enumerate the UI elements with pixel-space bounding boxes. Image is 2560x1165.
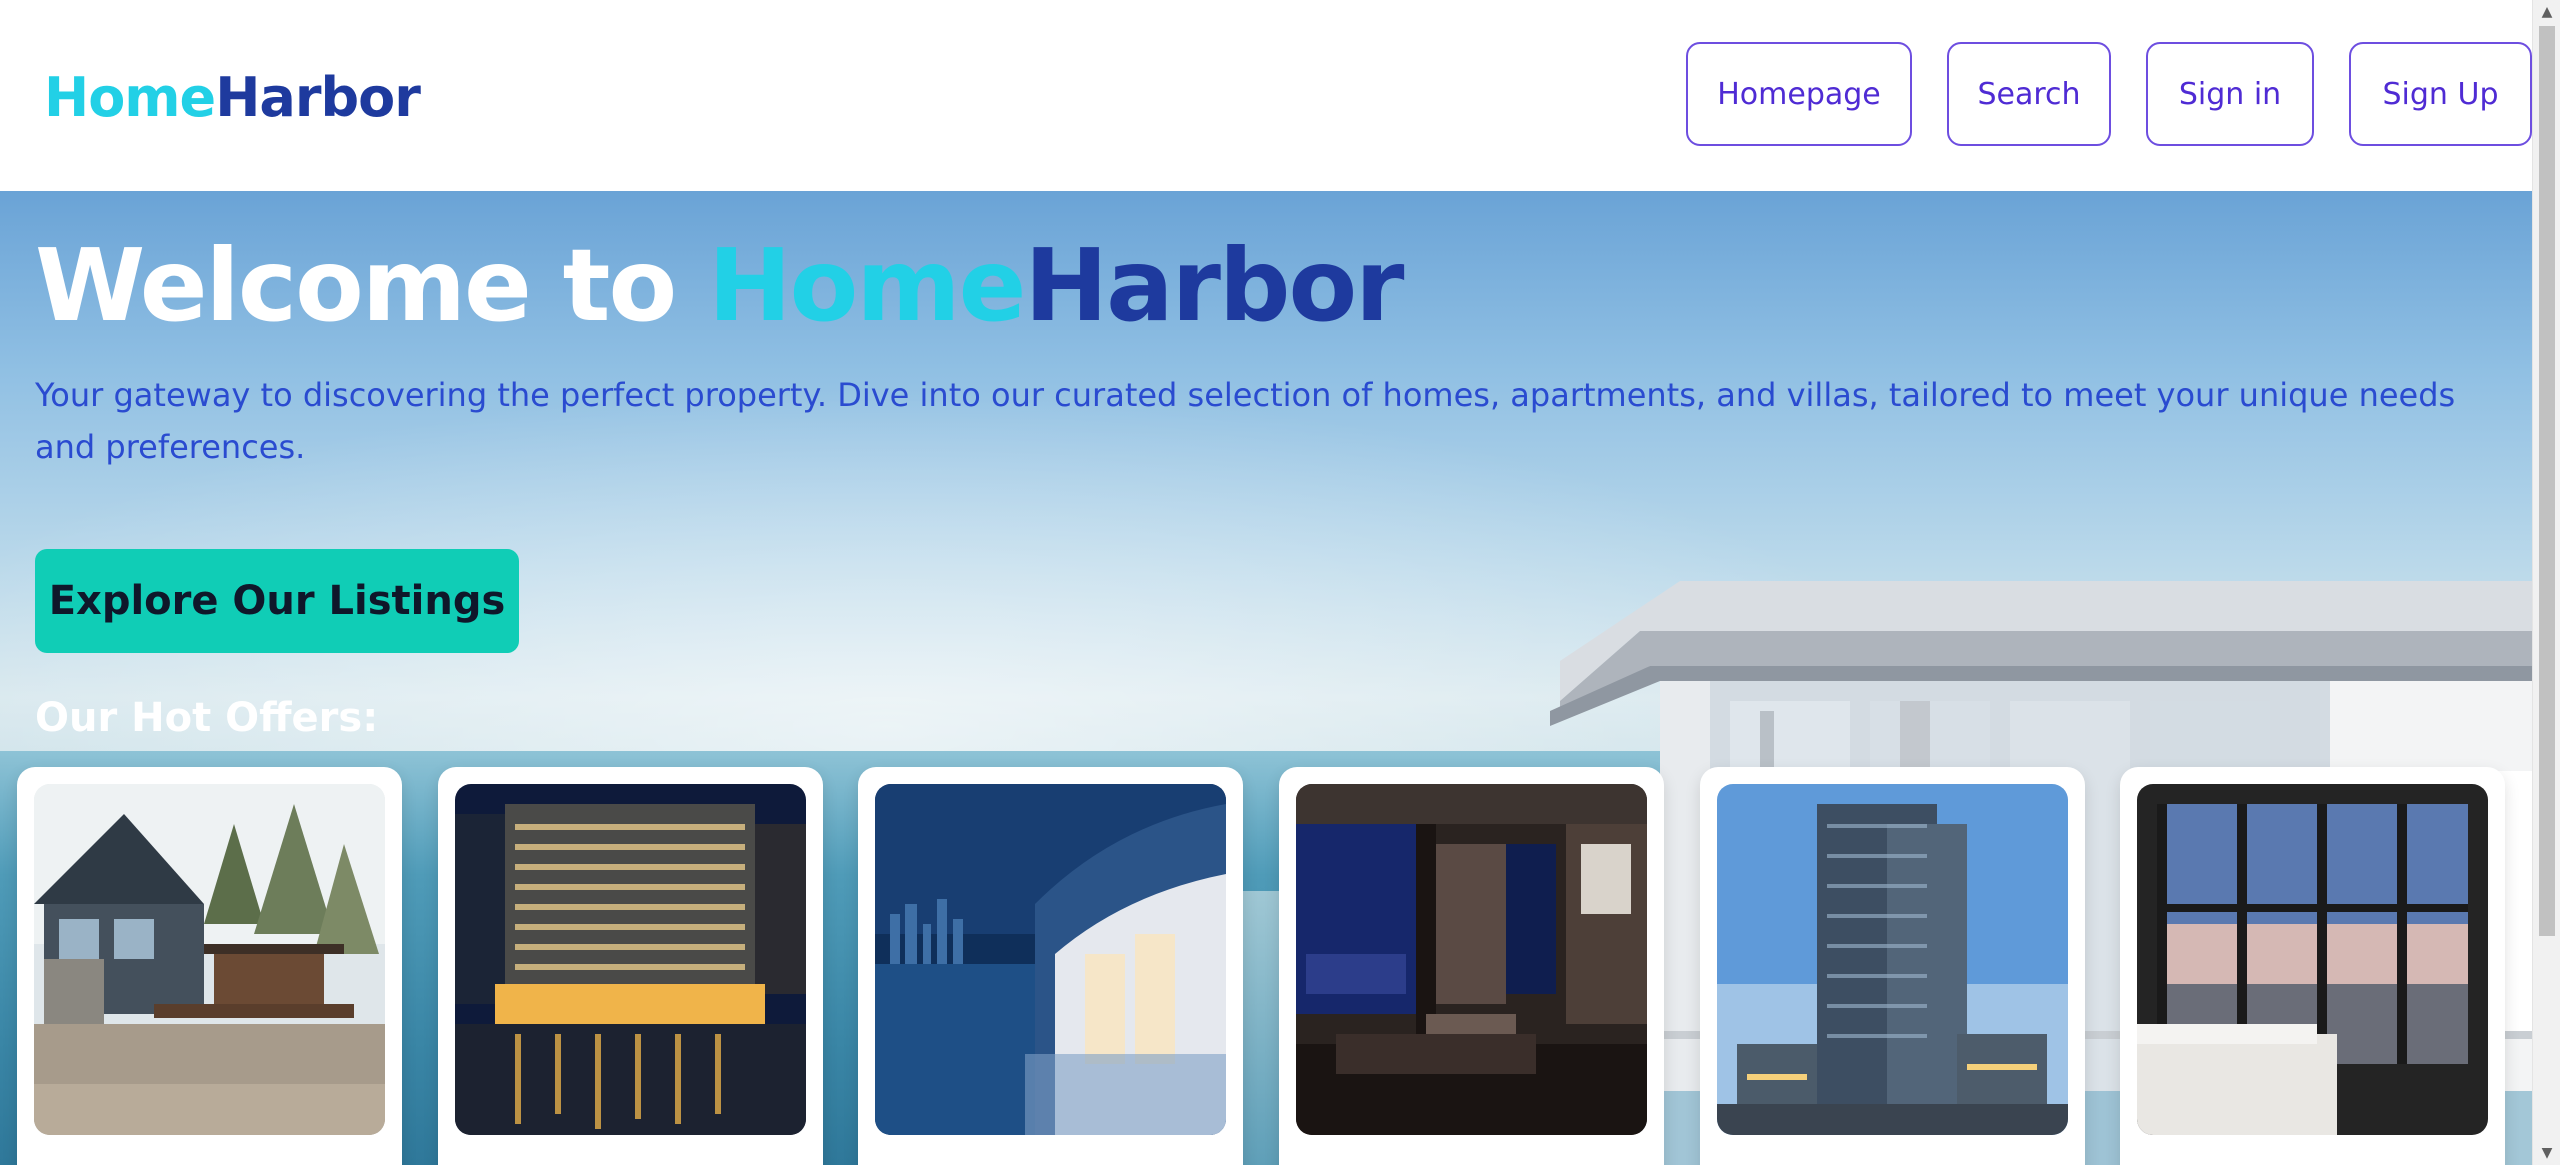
scroll-down-arrow-icon[interactable]: ▼ bbox=[2533, 1141, 2560, 1165]
hero-title-harbor: Harbor bbox=[1024, 227, 1404, 344]
nav-search-button[interactable]: Search bbox=[1947, 42, 2111, 146]
site-logo[interactable]: HomeHarbor bbox=[44, 66, 421, 130]
hot-offers-list bbox=[17, 767, 2507, 1165]
page-scrollbar[interactable]: ▲ ▼ bbox=[2532, 0, 2560, 1165]
bedroom-city-view-photo[interactable] bbox=[2137, 784, 2488, 1135]
hero-section: Welcome to HomeHarbor Your gateway to di… bbox=[0, 191, 2532, 1165]
page: HomeHarbor Homepage Search Sign in Sign … bbox=[0, 0, 2560, 1165]
hero-title: Welcome to HomeHarbor bbox=[35, 226, 1405, 346]
riverfront-tower-night-photo[interactable] bbox=[455, 784, 806, 1135]
hero-subtitle: Your gateway to discovering the perfect … bbox=[35, 376, 2456, 466]
scroll-up-arrow-icon[interactable]: ▲ bbox=[2533, 0, 2560, 24]
logo-home-text: Home bbox=[44, 66, 216, 129]
offer-card[interactable] bbox=[1700, 767, 2085, 1165]
explore-listings-button[interactable]: Explore Our Listings bbox=[35, 549, 519, 653]
logo-harbor-text: Harbor bbox=[215, 66, 421, 129]
highrise-apartment-tower-photo[interactable] bbox=[1717, 784, 2068, 1135]
offer-card[interactable] bbox=[438, 767, 823, 1165]
hero-title-prefix: Welcome to bbox=[35, 227, 708, 344]
site-header: HomeHarbor Homepage Search Sign in Sign … bbox=[0, 0, 2532, 191]
waterfront-balcony-skyline-photo[interactable] bbox=[875, 784, 1226, 1135]
hero-title-home: Home bbox=[707, 227, 1026, 344]
nav-sign-up-button[interactable]: Sign Up bbox=[2349, 42, 2532, 146]
offer-card[interactable] bbox=[858, 767, 1243, 1165]
offer-card[interactable] bbox=[2120, 767, 2505, 1165]
hot-offers-heading: Our Hot Offers: bbox=[35, 695, 379, 741]
offer-card[interactable] bbox=[1279, 767, 1664, 1165]
nav-homepage-button[interactable]: Homepage bbox=[1686, 42, 1912, 146]
scrollbar-thumb[interactable] bbox=[2539, 26, 2555, 936]
nav-sign-in-button[interactable]: Sign in bbox=[2146, 42, 2314, 146]
luxury-living-room-night-photo[interactable] bbox=[1296, 784, 1647, 1135]
cabin-house-photo[interactable] bbox=[34, 784, 385, 1135]
main-nav: Homepage Search Sign in Sign Up bbox=[1686, 42, 2532, 146]
offer-card[interactable] bbox=[17, 767, 402, 1165]
